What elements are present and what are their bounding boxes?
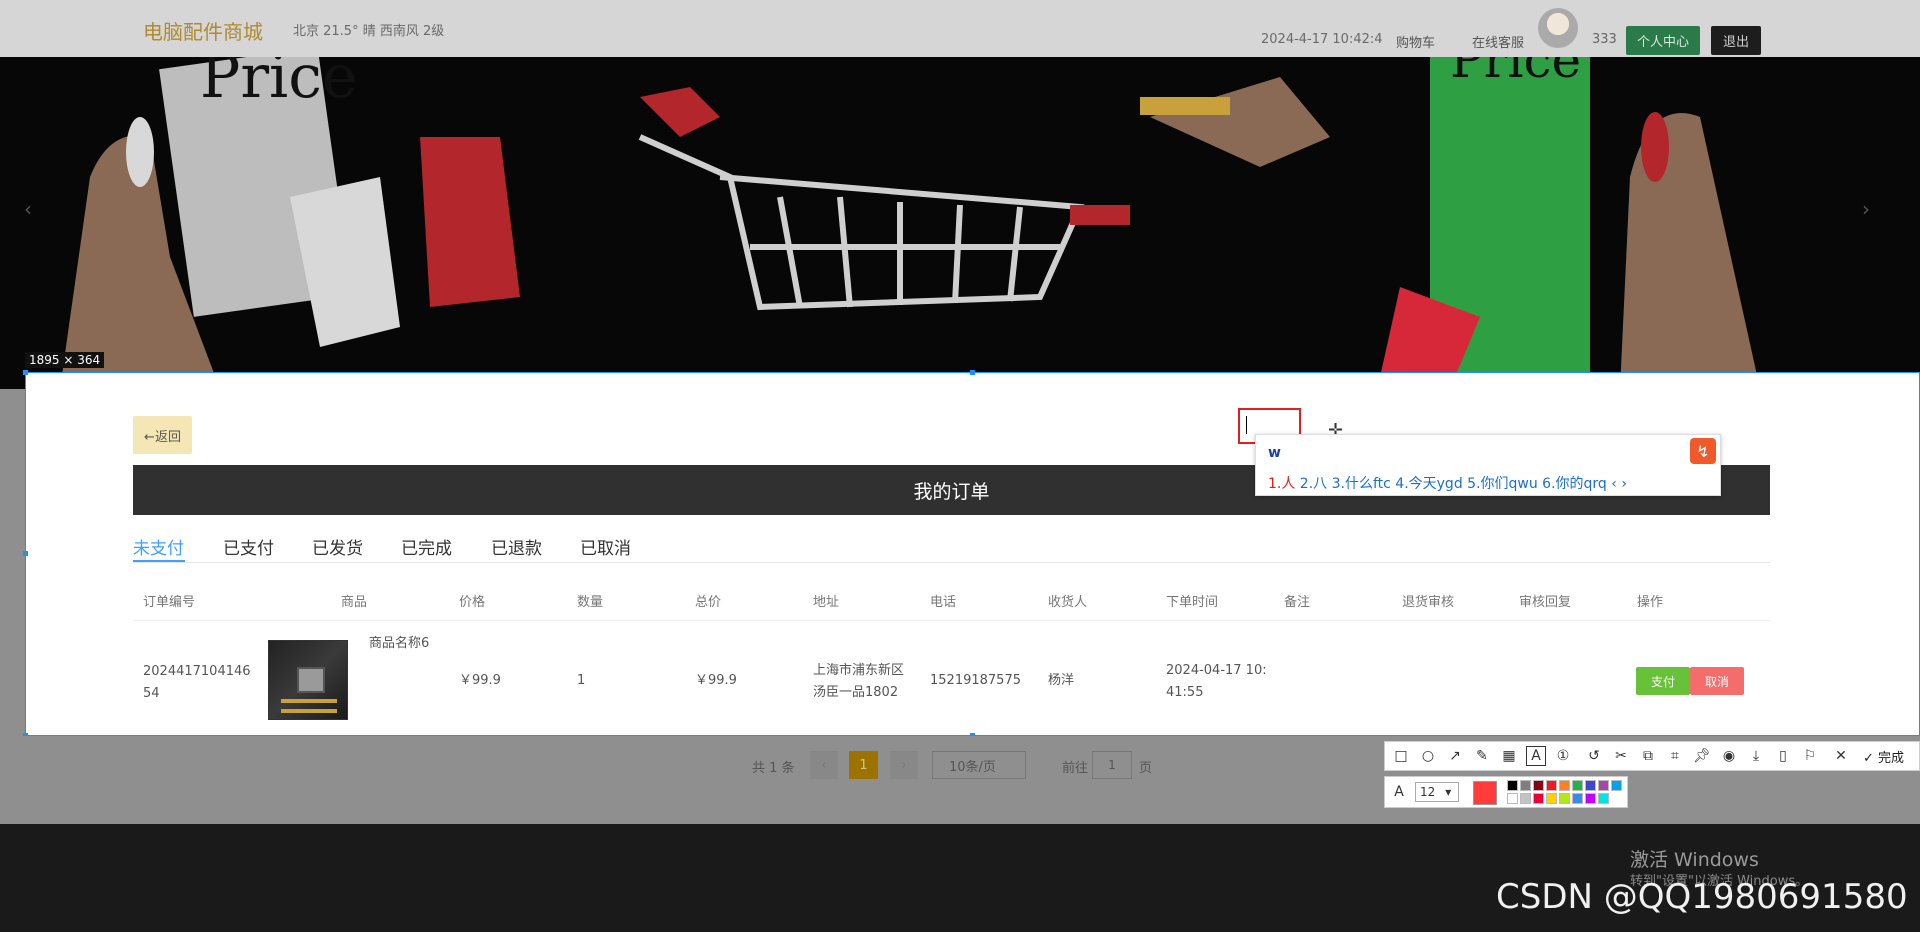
rectangle-tool-icon[interactable]: □ bbox=[1391, 746, 1411, 766]
page-size-select[interactable]: 10条/页 bbox=[932, 751, 1026, 779]
current-color-swatch[interactable] bbox=[1473, 781, 1497, 805]
text-style-toolbar: A 12 ▾ bbox=[1384, 776, 1628, 808]
banner-image: Price Price bbox=[0, 57, 1920, 389]
ime-candidate-first[interactable]: 1.人 bbox=[1268, 476, 1295, 492]
color-swatch[interactable] bbox=[1585, 780, 1596, 791]
weather-info: 北京 21.5° 晴 西南风 2级 bbox=[293, 24, 445, 39]
close-icon[interactable]: ✕ bbox=[1831, 746, 1851, 766]
banner-carousel[interactable]: Price Price ‹ › bbox=[0, 57, 1920, 389]
nav-service-link[interactable]: 在线客服 bbox=[1472, 32, 1524, 51]
ime-composition-text: w bbox=[1268, 445, 1281, 461]
color-swatch[interactable] bbox=[1559, 780, 1570, 791]
text-caret bbox=[1246, 416, 1247, 434]
download-icon[interactable]: ⤓ bbox=[1746, 746, 1766, 766]
scan-tool-icon[interactable]: ⌗ bbox=[1665, 746, 1685, 766]
pagination-goto-label: 前往 bbox=[1062, 761, 1089, 776]
pagination-next-button[interactable]: › bbox=[890, 751, 918, 779]
pagination-prev-button[interactable]: ‹ bbox=[810, 751, 838, 779]
color-swatch[interactable] bbox=[1598, 780, 1609, 791]
mosaic-tool-icon[interactable]: ▦ bbox=[1499, 746, 1519, 766]
color-swatch[interactable] bbox=[1572, 793, 1583, 804]
color-swatch[interactable] bbox=[1520, 780, 1531, 791]
cut-tool-icon[interactable]: ✂ bbox=[1611, 746, 1631, 766]
header-clock: 2024-4-17 10:42:4 bbox=[1261, 32, 1383, 47]
color-swatch[interactable] bbox=[1533, 793, 1544, 804]
username: 333 bbox=[1592, 32, 1617, 47]
banner-next-arrow[interactable]: › bbox=[1862, 197, 1870, 221]
pen-tool-icon[interactable]: ✎ bbox=[1472, 746, 1492, 766]
color-swatch[interactable] bbox=[1546, 780, 1557, 791]
ime-candidates[interactable]: 1.人 2.八 3.什么ftc 4.今天ygd 5.你们qwu 6.你的qrq … bbox=[1268, 473, 1627, 493]
font-size-icon: A bbox=[1394, 784, 1404, 800]
personal-center-button[interactable]: 个人中心 bbox=[1626, 26, 1700, 55]
color-swatch[interactable] bbox=[1507, 780, 1518, 791]
undo-icon[interactable]: ↺ bbox=[1584, 746, 1604, 766]
font-size-value: 12 bbox=[1420, 785, 1436, 799]
banner-prev-arrow[interactable]: ‹ bbox=[24, 197, 32, 221]
ime-candidate-window[interactable]: w ↯ 1.人 2.八 3.什么ftc 4.今天ygd 5.你们qwu 6.你的… bbox=[1255, 434, 1721, 496]
record-icon[interactable]: ◉ bbox=[1719, 746, 1739, 766]
pin-icon[interactable]: 📌︎ bbox=[1692, 746, 1712, 766]
color-swatch[interactable] bbox=[1546, 793, 1557, 804]
ocr-tool-icon[interactable]: ⧉ bbox=[1638, 746, 1658, 766]
color-swatch[interactable] bbox=[1598, 793, 1609, 804]
screenshot-toolbar: □ ○ ↗ ✎ ▦ A ① ↺ ✂ ⧉ ⌗ 📌︎ ◉ ⤓ ▯ ⚐ ✕ ✓ 完成 bbox=[1384, 741, 1920, 771]
color-swatch[interactable] bbox=[1533, 780, 1544, 791]
banner-price-text-left: Price bbox=[200, 57, 357, 112]
windows-activation-title: 激活 Windows bbox=[1630, 849, 1759, 871]
device-icon[interactable]: ▯ bbox=[1773, 746, 1793, 766]
color-swatch[interactable] bbox=[1520, 793, 1531, 804]
selection-handle[interactable] bbox=[23, 551, 28, 556]
selection-handle[interactable] bbox=[970, 370, 975, 375]
finish-button[interactable]: ✓ 完成 bbox=[1863, 747, 1904, 766]
selection-handle[interactable] bbox=[23, 370, 28, 375]
ime-logo-icon[interactable]: ↯ bbox=[1690, 438, 1716, 464]
color-swatch[interactable] bbox=[1611, 780, 1622, 791]
ime-candidate-rest[interactable]: 2.八 3.什么ftc 4.今天ygd 5.你们qwu 6.你的qrq ‹ › bbox=[1295, 476, 1627, 492]
arrow-tool-icon[interactable]: ↗ bbox=[1445, 746, 1465, 766]
text-tool-icon[interactable]: A bbox=[1526, 746, 1546, 766]
color-swatch[interactable] bbox=[1572, 780, 1583, 791]
pagination-goto-input[interactable]: 1 bbox=[1092, 751, 1132, 779]
chevron-down-icon: ▾ bbox=[1445, 785, 1452, 799]
svg-text:Price: Price bbox=[1450, 57, 1581, 89]
color-swatch[interactable] bbox=[1507, 793, 1518, 804]
selection-size-label: 1895 × 364 bbox=[25, 352, 105, 368]
bookmark-icon[interactable]: ⚐ bbox=[1800, 746, 1820, 766]
color-swatch[interactable] bbox=[1559, 793, 1570, 804]
color-swatch[interactable] bbox=[1585, 793, 1596, 804]
pagination-unit-label: 页 bbox=[1139, 761, 1153, 776]
site-logo[interactable]: 电脑配件商城 bbox=[143, 16, 263, 45]
nav-cart-link[interactable]: 购物车 bbox=[1396, 32, 1435, 51]
avatar[interactable] bbox=[1538, 8, 1578, 48]
pagination-page-1[interactable]: 1 bbox=[849, 751, 878, 779]
number-tool-icon[interactable]: ① bbox=[1553, 746, 1573, 766]
logout-button[interactable]: 退出 bbox=[1711, 26, 1761, 55]
csdn-watermark: CSDN @QQ1980691580 bbox=[1496, 877, 1908, 917]
site-header: 电脑配件商城 北京 21.5° 晴 西南风 2级 2024-4-17 10:42… bbox=[0, 0, 1920, 57]
pagination-total: 共 1 条 bbox=[752, 761, 795, 776]
font-size-select[interactable]: 12 ▾ bbox=[1415, 782, 1459, 802]
ellipse-tool-icon[interactable]: ○ bbox=[1418, 746, 1438, 766]
screenshot-selection-frame[interactable] bbox=[25, 372, 1920, 736]
